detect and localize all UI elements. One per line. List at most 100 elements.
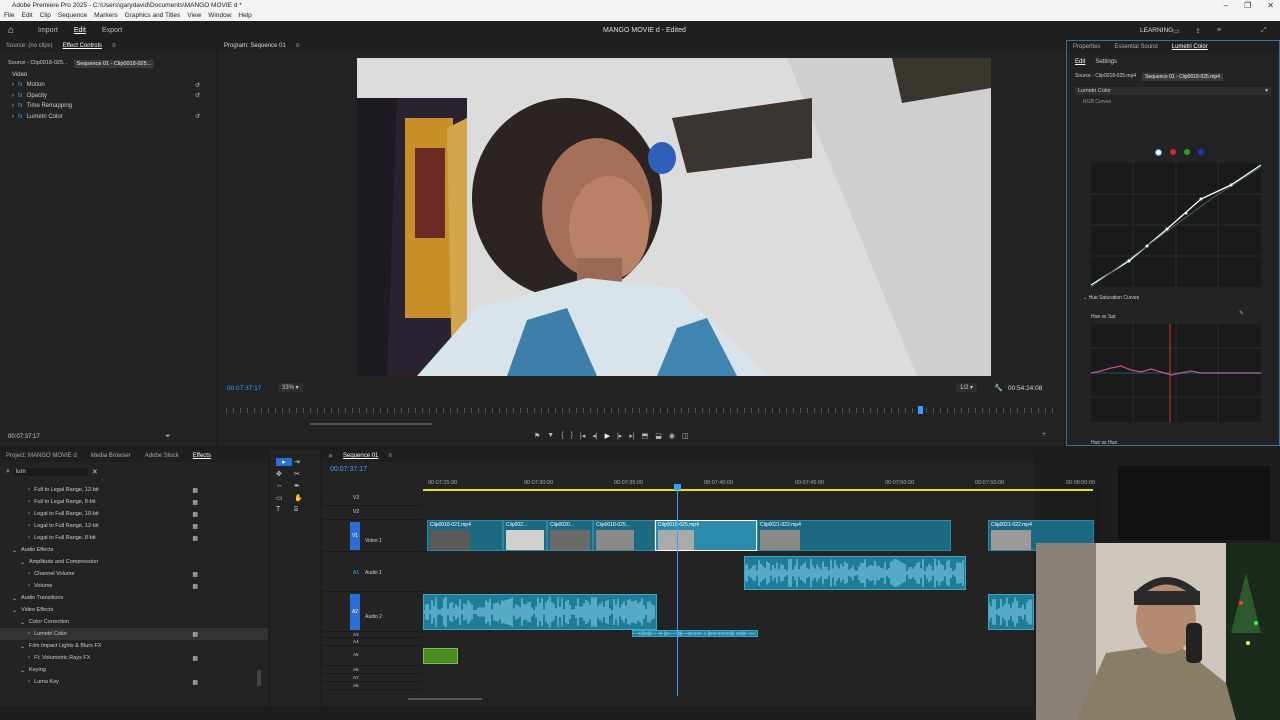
timeline-playhead[interactable]: [677, 486, 678, 696]
lumetri-sequence-clip[interactable]: Sequence 01 - Clip0018-025.mp4: [1142, 73, 1223, 81]
tab-properties[interactable]: Properties: [1073, 44, 1100, 50]
mark-out-icon[interactable]: }: [571, 432, 573, 440]
effects-tree-item[interactable]: ▫ Volume ▦: [0, 580, 268, 592]
reset-icon[interactable]: ↺: [195, 113, 200, 120]
playhead-handle[interactable]: [674, 484, 681, 490]
effects-tree-item[interactable]: ▫ Channel Volume ▦: [0, 568, 268, 580]
project-scrollbar[interactable]: [257, 670, 261, 686]
track-a1[interactable]: A1 Audio 1: [323, 552, 423, 592]
marker-icon[interactable]: ⚑: [534, 432, 540, 440]
blue-channel-dot[interactable]: [1198, 149, 1204, 155]
menu-help[interactable]: Help: [238, 11, 251, 21]
workspace-export[interactable]: Export: [94, 27, 130, 34]
timeline-timecode[interactable]: 00:07:37:17: [330, 466, 367, 473]
video-frame[interactable]: [357, 58, 991, 376]
track-a6[interactable]: A6: [323, 666, 423, 674]
menu-graphics[interactable]: Graphics and Titles: [125, 11, 181, 21]
effects-search-input[interactable]: lum: [13, 468, 88, 476]
mark-in-icon[interactable]: {: [561, 432, 563, 440]
track-select-icon[interactable]: ⇥: [294, 458, 310, 466]
sequence-clip-dropdown[interactable]: Sequence 01 - Clip0018-025...: [73, 60, 155, 68]
track-v3[interactable]: V3: [323, 492, 423, 506]
type-tool-icon[interactable]: T: [276, 506, 292, 514]
workspaces-icon[interactable]: ▭: [1173, 27, 1180, 35]
effects-tree-item[interactable]: ⌄ Audio Transitions: [0, 592, 268, 604]
track-v2[interactable]: V2: [323, 506, 423, 520]
menu-sequence[interactable]: Sequence: [58, 11, 87, 21]
effect-controls-timecode[interactable]: 00:07:37:17: [8, 434, 40, 440]
compare-icon[interactable]: ◫: [682, 432, 689, 440]
pen-icon[interactable]: ✒: [294, 482, 310, 490]
audio-clip[interactable]: [632, 630, 758, 637]
ripple-edit-icon[interactable]: ✥: [276, 470, 292, 478]
video-clip[interactable]: Clip0018-021.mp4: [427, 520, 503, 551]
wrench-icon[interactable]: 🔧: [994, 384, 1003, 392]
close-sequence-icon[interactable]: ✕: [328, 453, 333, 460]
track-v1[interactable]: V1 Video 1: [323, 520, 423, 552]
menu-clip[interactable]: Clip: [40, 11, 51, 21]
effect-opacity[interactable]: › fx Opacity ↺: [12, 91, 216, 102]
effects-tree-item[interactable]: ⌄ Film Impact Lights & Blurs FX: [0, 640, 268, 652]
tab-lumetri-color[interactable]: Lumetri Color: [1172, 44, 1208, 50]
add-button-icon[interactable]: +: [1042, 431, 1046, 438]
effects-tree-item[interactable]: ▫ Legal to Full Range, 10-bit ▦: [0, 508, 268, 520]
close-icon[interactable]: ✕: [1267, 0, 1274, 11]
minimize-icon[interactable]: –: [1224, 0, 1228, 11]
menu-window[interactable]: Window: [208, 11, 231, 21]
rgb-curves-graph[interactable]: [1091, 163, 1261, 287]
slip-tool-icon[interactable]: ↔: [276, 482, 292, 490]
audio-clip[interactable]: [988, 594, 1034, 630]
tab-effect-controls[interactable]: Effect Controls: [63, 43, 102, 49]
maximize-icon[interactable]: ❐: [1244, 0, 1251, 11]
subtab-settings[interactable]: Settings: [1095, 59, 1117, 65]
fullscreen-icon[interactable]: ⤢: [1261, 27, 1267, 35]
source-clip-dropdown[interactable]: Source - Clip0018-025...: [8, 60, 68, 68]
rectangle-tool-icon[interactable]: ▭: [276, 494, 292, 502]
step-back-icon[interactable]: ◂|: [592, 432, 597, 440]
home-icon[interactable]: ⌂: [0, 25, 22, 36]
effect-time-remapping[interactable]: › fx Time Remapping: [12, 101, 216, 112]
lumetri-effect-dropdown[interactable]: Lumetri Color ▾: [1075, 87, 1271, 95]
video-clip[interactable]: Clip0020...: [547, 520, 593, 551]
effect-motion[interactable]: › fx Motion ↺: [12, 80, 216, 91]
program-scrub-bar[interactable]: [226, 408, 1056, 413]
video-clip[interactable]: Clip0018-025...: [593, 520, 655, 551]
track-a5[interactable]: A5: [323, 646, 423, 666]
effects-tree-item[interactable]: ▫ FI: Volumetric Rays FX ▦: [0, 652, 268, 664]
menu-markers[interactable]: Markers: [94, 11, 117, 21]
effects-tree-item[interactable]: ▫ Legal to Full Range, 8-bit ▦: [0, 532, 268, 544]
audio-clip[interactable]: [423, 594, 657, 630]
tab-effects[interactable]: Effects: [193, 453, 211, 459]
effect-lumetri[interactable]: › fx Lumetri Color ↺: [12, 112, 216, 123]
zoom-scroll-bar[interactable]: [310, 423, 432, 425]
track-a7[interactable]: A7: [323, 674, 423, 682]
effects-tree-item[interactable]: ⌄ Keying: [0, 664, 268, 676]
effects-tree-item[interactable]: ▫ Luma Key ▦: [0, 676, 268, 688]
work-area-bar[interactable]: [423, 489, 1093, 491]
zoom-dropdown[interactable]: 33% ▾: [278, 383, 303, 392]
quick-export-icon[interactable]: ⇪: [1195, 27, 1201, 35]
program-timecode[interactable]: 00:07:37:17: [227, 385, 261, 392]
effects-tree-item[interactable]: ▫ Full to Legal Range, 12-bit ▦: [0, 484, 268, 496]
extract-icon[interactable]: ⬓: [655, 432, 662, 440]
effects-tree-item[interactable]: ▫ Legal to Full Range, 12-bit ▦: [0, 520, 268, 532]
white-channel-dot[interactable]: [1155, 149, 1162, 156]
red-channel-dot[interactable]: [1170, 149, 1176, 155]
video-clip[interactable]: Clip002...: [503, 520, 547, 551]
caption-tool-icon[interactable]: ⌸: [294, 506, 310, 514]
menu-view[interactable]: View: [187, 11, 201, 21]
tab-adobe-stock[interactable]: Adobe Stock: [145, 453, 179, 459]
effects-tree-item[interactable]: ▫ Full to Legal Range, 8-bit ▦: [0, 496, 268, 508]
menu-file[interactable]: File: [4, 11, 14, 21]
green-channel-dot[interactable]: [1184, 149, 1190, 155]
clear-search-icon[interactable]: ✕: [92, 468, 98, 476]
eyedropper-icon[interactable]: ✎: [1239, 310, 1244, 317]
reset-icon[interactable]: ↺: [195, 82, 200, 89]
subtab-edit[interactable]: Edit: [1075, 59, 1085, 65]
tab-source[interactable]: Source: (no clips): [6, 43, 53, 49]
menu-edit[interactable]: Edit: [21, 11, 32, 21]
playhead-marker[interactable]: [918, 406, 923, 414]
tab-essential-sound[interactable]: Essential Sound: [1114, 44, 1157, 50]
timeline-scrollbar[interactable]: [408, 698, 482, 700]
workspace-edit[interactable]: Edit: [66, 27, 94, 34]
